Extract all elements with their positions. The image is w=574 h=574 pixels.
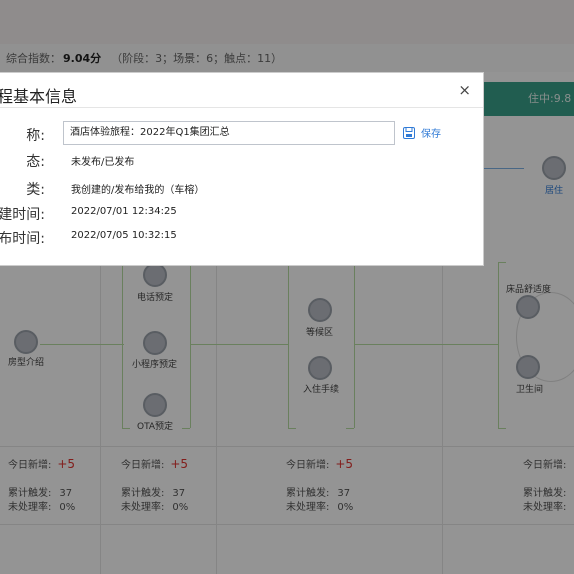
field-type-value: 我创建的/发布给我的（车榕） [71,185,205,196]
dialog-divider [0,107,483,108]
save-button[interactable]: 保存 [403,125,441,140]
field-name-label: 称: [26,128,45,144]
close-icon[interactable]: × [458,81,471,99]
save-icon [403,126,415,139]
field-created-value: 2022/07/01 12:34:25 [71,206,177,217]
field-type-label: 类: [26,182,45,198]
journey-name-input[interactable]: 酒店体验旅程：2022年Q1集团汇总 [63,121,395,145]
save-label: 保存 [421,129,441,140]
field-published-label: 布时间: [0,231,45,247]
field-created-label: 建时间: [0,207,45,223]
journey-info-dialog: 程基本信息 × 称: 酒店体验旅程：2022年Q1集团汇总 保存 态: 未发布/… [0,72,484,266]
field-published-value: 2022/07/05 10:32:15 [71,230,177,241]
dialog-title: 程基本信息 [0,87,78,106]
field-status-value: 未发布/已发布 [71,157,135,168]
field-status-label: 态: [26,154,45,170]
